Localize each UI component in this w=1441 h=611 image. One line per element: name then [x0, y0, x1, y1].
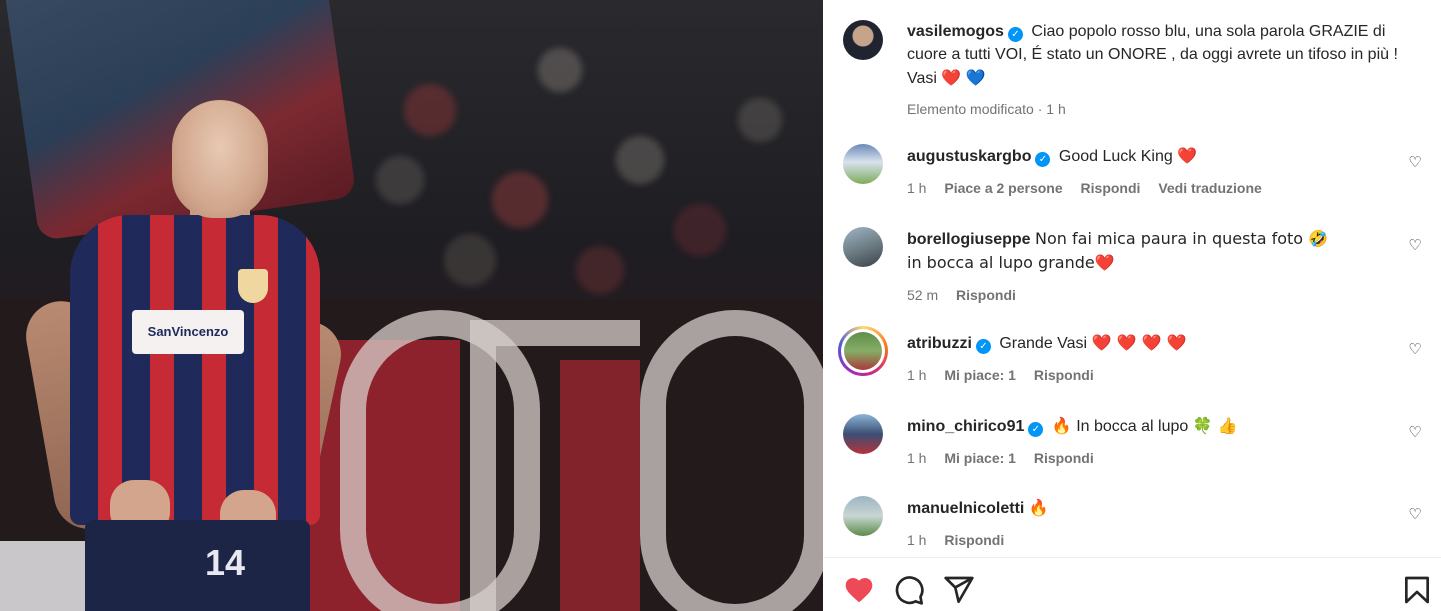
- comment-username[interactable]: manuelnicoletti: [907, 500, 1024, 517]
- comment-username[interactable]: mino_chirico91: [907, 418, 1024, 435]
- player-head: [172, 100, 268, 218]
- comment-emoji: ❤️: [1177, 146, 1198, 165]
- post-action-bar: [823, 557, 1441, 611]
- player-shorts: 14: [85, 520, 310, 611]
- comment-time: 1 h: [907, 367, 927, 383]
- share-icon[interactable]: [943, 574, 975, 606]
- comment-text: In bocca al lupo: [1076, 418, 1189, 435]
- comment-prefix-emoji: 🔥: [1051, 416, 1072, 435]
- reply-button[interactable]: Rispondi: [1081, 180, 1141, 196]
- comment-text: Good Luck King: [1058, 148, 1173, 165]
- avatar[interactable]: [843, 20, 883, 60]
- bookmark-icon[interactable]: [1401, 574, 1433, 606]
- comment-time: 52 m: [907, 287, 939, 303]
- reply-button[interactable]: Rispondi: [1034, 450, 1094, 466]
- comment-username[interactable]: atribuzzi: [907, 335, 972, 352]
- heart-icon[interactable]: [843, 574, 875, 606]
- heart-outline-icon[interactable]: ♡: [1407, 237, 1423, 253]
- comments-panel: vasilemogos ✓ Ciao popolo rosso blu, una …: [823, 0, 1441, 611]
- club-badge: [238, 269, 268, 303]
- comment-time: 1 h: [907, 180, 927, 196]
- caption-emoji: 💙: [965, 68, 986, 87]
- translate-button[interactable]: Vedi traduzione: [1158, 180, 1261, 196]
- avatar[interactable]: [843, 227, 883, 267]
- avatar[interactable]: [843, 414, 883, 454]
- avatar[interactable]: [843, 496, 883, 536]
- likes-count-button[interactable]: Mi piace: 1: [944, 450, 1016, 466]
- reply-button[interactable]: Rispondi: [944, 532, 1004, 548]
- heart-outline-icon[interactable]: ♡: [1407, 424, 1423, 440]
- shirt-number: 14: [205, 542, 246, 583]
- comment-time: 1 h: [907, 532, 927, 548]
- comment-emoji: ❤️ ❤️ ❤️ ❤️: [1091, 333, 1187, 352]
- likes-count-button[interactable]: Mi piace: 1: [944, 367, 1016, 383]
- avatar[interactable]: [844, 332, 882, 370]
- avatar[interactable]: [843, 144, 883, 184]
- comment-username[interactable]: augustuskargbo: [907, 148, 1031, 165]
- heart-outline-icon[interactable]: ♡: [1407, 341, 1423, 357]
- comment-emoji: 🔥: [1028, 498, 1049, 517]
- caption-emoji: ❤️: [941, 68, 962, 87]
- heart-outline-icon[interactable]: ♡: [1407, 154, 1423, 170]
- banner-letter: [640, 310, 823, 611]
- player-figure: SanVincenzo 14: [20, 100, 348, 611]
- post-time: 1 h: [1046, 101, 1066, 117]
- likes-count-button[interactable]: Piace a 2 persone: [944, 180, 1062, 196]
- comment-username[interactable]: borellogiuseppe: [907, 231, 1031, 248]
- player-shirt: SanVincenzo: [70, 215, 320, 525]
- reply-button[interactable]: Rispondi: [956, 287, 1016, 303]
- edited-label: Elemento modificato: [907, 101, 1034, 117]
- comment-text: Grande Vasi: [999, 335, 1088, 352]
- verified-icon: ✓: [1035, 152, 1051, 167]
- caption-username[interactable]: vasilemogos: [907, 23, 1004, 40]
- heart-outline-icon[interactable]: ♡: [1407, 506, 1423, 522]
- comment-emoji: ❤️: [1094, 253, 1115, 272]
- verified-icon: ✓: [1028, 422, 1044, 437]
- comment-time: 1 h: [907, 450, 927, 466]
- verified-icon: ✓: [975, 339, 991, 354]
- post-photo[interactable]: SanVincenzo 14: [0, 0, 823, 611]
- comment-emoji: 🍀 👍: [1192, 416, 1238, 435]
- verified-icon: ✓: [1007, 27, 1023, 42]
- comment-icon[interactable]: [893, 574, 925, 606]
- banner-letter: [470, 320, 640, 611]
- reply-button[interactable]: Rispondi: [1034, 367, 1094, 383]
- shirt-sponsor: SanVincenzo: [132, 310, 244, 354]
